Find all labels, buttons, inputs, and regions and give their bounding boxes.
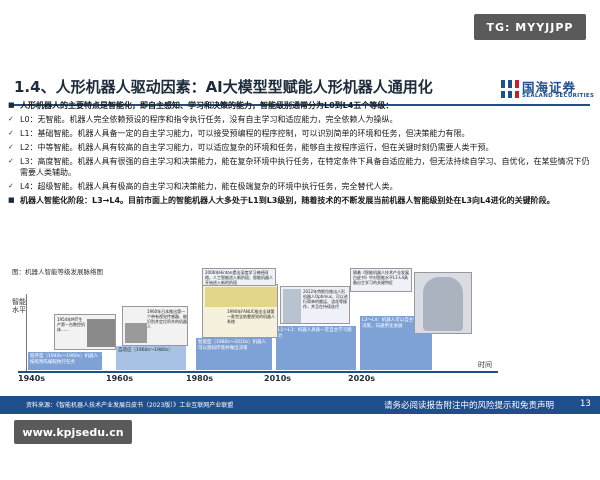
- square-bullet-icon: ■: [8, 196, 15, 204]
- checkmark-bullet-icon: ✓: [8, 182, 14, 190]
- checkmark-bullet-icon: ✓: [8, 115, 14, 123]
- company-logo: 国海证券 SEALAND SECURITIES: [500, 76, 595, 102]
- stage-point: ■ 机器人智能化阶段：L3→L4。目前市面上的智能机器人大多处于L1到L3级别，…: [8, 196, 555, 205]
- decade-label: 2020s: [348, 374, 376, 383]
- footer-disclaimer: 请务必阅读报告附注中的风险提示和免责声明: [384, 401, 555, 411]
- stage-box-adaptive: 自适应（1960s～1980s）: [116, 346, 186, 370]
- decade-label: 1960s: [106, 374, 134, 383]
- main-point: ■ 人形机器人的主要特点是智能化，即自主感知、学习和决策的能力，智能级别通常分为…: [8, 101, 394, 110]
- level-item-l1: ✓ L1：基础智能。机器人具备一定的自主学习能力，可以接受预编程的程序控制，可以…: [8, 129, 470, 138]
- checkmark-bullet-icon: ✓: [8, 157, 14, 165]
- level-item-l0: ✓ L0：无智能。机器人完全依赖预设的程序和指令执行任务，没有自主学习和适应能力…: [8, 115, 398, 124]
- footer-bar: 资料来源：《智能机器人技术产业发展白皮书（2023版）》工业互联网产业联盟 请务…: [0, 396, 600, 414]
- decade-label: 2010s: [264, 374, 292, 383]
- industrial-robot-photo-icon: [205, 287, 277, 307]
- watermark-top: TG: MYYJJPP: [474, 14, 586, 40]
- humanoid-robot-photo-icon: [423, 277, 463, 331]
- checkmark-bullet-icon: ✓: [8, 129, 14, 137]
- photo-1954: 1954年MIT生产第一台数控机床……: [54, 314, 116, 350]
- decade-label: 1940s: [18, 374, 46, 383]
- page-title: 1.4、人形机器人驱动因素：AI大模型型赋能人形机器人通用化: [14, 78, 433, 96]
- x-axis-label: 时间: [478, 361, 492, 369]
- level-item-l3: ✓ L3：高度智能。机器人具有很强的自主学习和决策能力，能在复杂环境中执行任务，…: [8, 157, 590, 177]
- level-item-l2: ✓ L2：中等智能。机器人具有较高的自主学习能力，可以适应复杂的环境和任务，能够…: [8, 143, 494, 152]
- note-2006: 2006年Hinton提出深度学习神经网络，人工智能进入新阶段，智能机器人开始进…: [202, 268, 276, 286]
- level-item-l4: ✓ L4：超级智能。机器人具有极高的自主学习和决策能力，能在极端复杂的环境中执行…: [8, 182, 398, 191]
- optimus-robot-photo-icon: [283, 289, 301, 323]
- footer-source: 资料来源：《智能机器人技术产业发展白皮书（2023版）》工业互联网产业联盟: [26, 402, 234, 409]
- slide: 1.4、人形机器人驱动因素：AI大模型型赋能人形机器人通用化 国海证券 SEAL…: [0, 66, 600, 414]
- stage-box-l1-l3: L1～L3：机器人具备一定自主学习能力: [276, 326, 356, 370]
- robot-intelligence-timeline: 智能水平 时间 1940s 1960s 1980s 2010s 2020s 程序…: [10, 268, 530, 410]
- y-axis-label: 智能水平: [12, 298, 26, 314]
- stage-box-intelligent: 智能型（1980s～2010s）机器人可以感知环境并做出决策: [196, 338, 272, 370]
- square-bullet-icon: ■: [8, 101, 15, 109]
- robot-arm-photo-icon: [87, 319, 115, 347]
- stage-box-programmed: 程序型（1940s～1960s）机器人按照预先编程执行任务: [28, 352, 102, 370]
- photo-1960: 1960年日本推出第一个带有视觉传感器、能识别并定位积木的机器人: [122, 306, 188, 346]
- sealand-logo-icon: [500, 80, 520, 98]
- photo-1990: 1990年FANUC推出全球第一款完全依靠视觉的机器人系统: [202, 284, 278, 338]
- humanoid-robot-photo: [414, 272, 472, 334]
- body-text: ■ 人形机器人的主要特点是智能化，即自主感知、学习和决策的能力，智能级别通常分为…: [8, 100, 592, 209]
- photo-2022: 2022年特斯拉推出人形机器人Optimus，可以进行简单的搬运、浇花等操作，并…: [280, 286, 350, 324]
- y-axis: [26, 294, 27, 372]
- checkmark-bullet-icon: ✓: [8, 143, 14, 151]
- decade-label: 1980s: [186, 374, 214, 383]
- page-number: 13: [580, 399, 591, 409]
- logo-name-en: SEALAND SECURITIES: [522, 93, 595, 99]
- figure-caption: 图：机器人智能等级发展脉络图: [12, 268, 103, 276]
- note-2023: 随着《智能机器人技术产业发展白皮书》中对智能水平L1-L4具备自主学习的关键特征: [350, 268, 412, 292]
- watermark-bottom: www.kpjsedu.cn: [14, 420, 132, 444]
- vision-robot-photo-icon: [125, 323, 147, 343]
- x-axis: [18, 371, 498, 373]
